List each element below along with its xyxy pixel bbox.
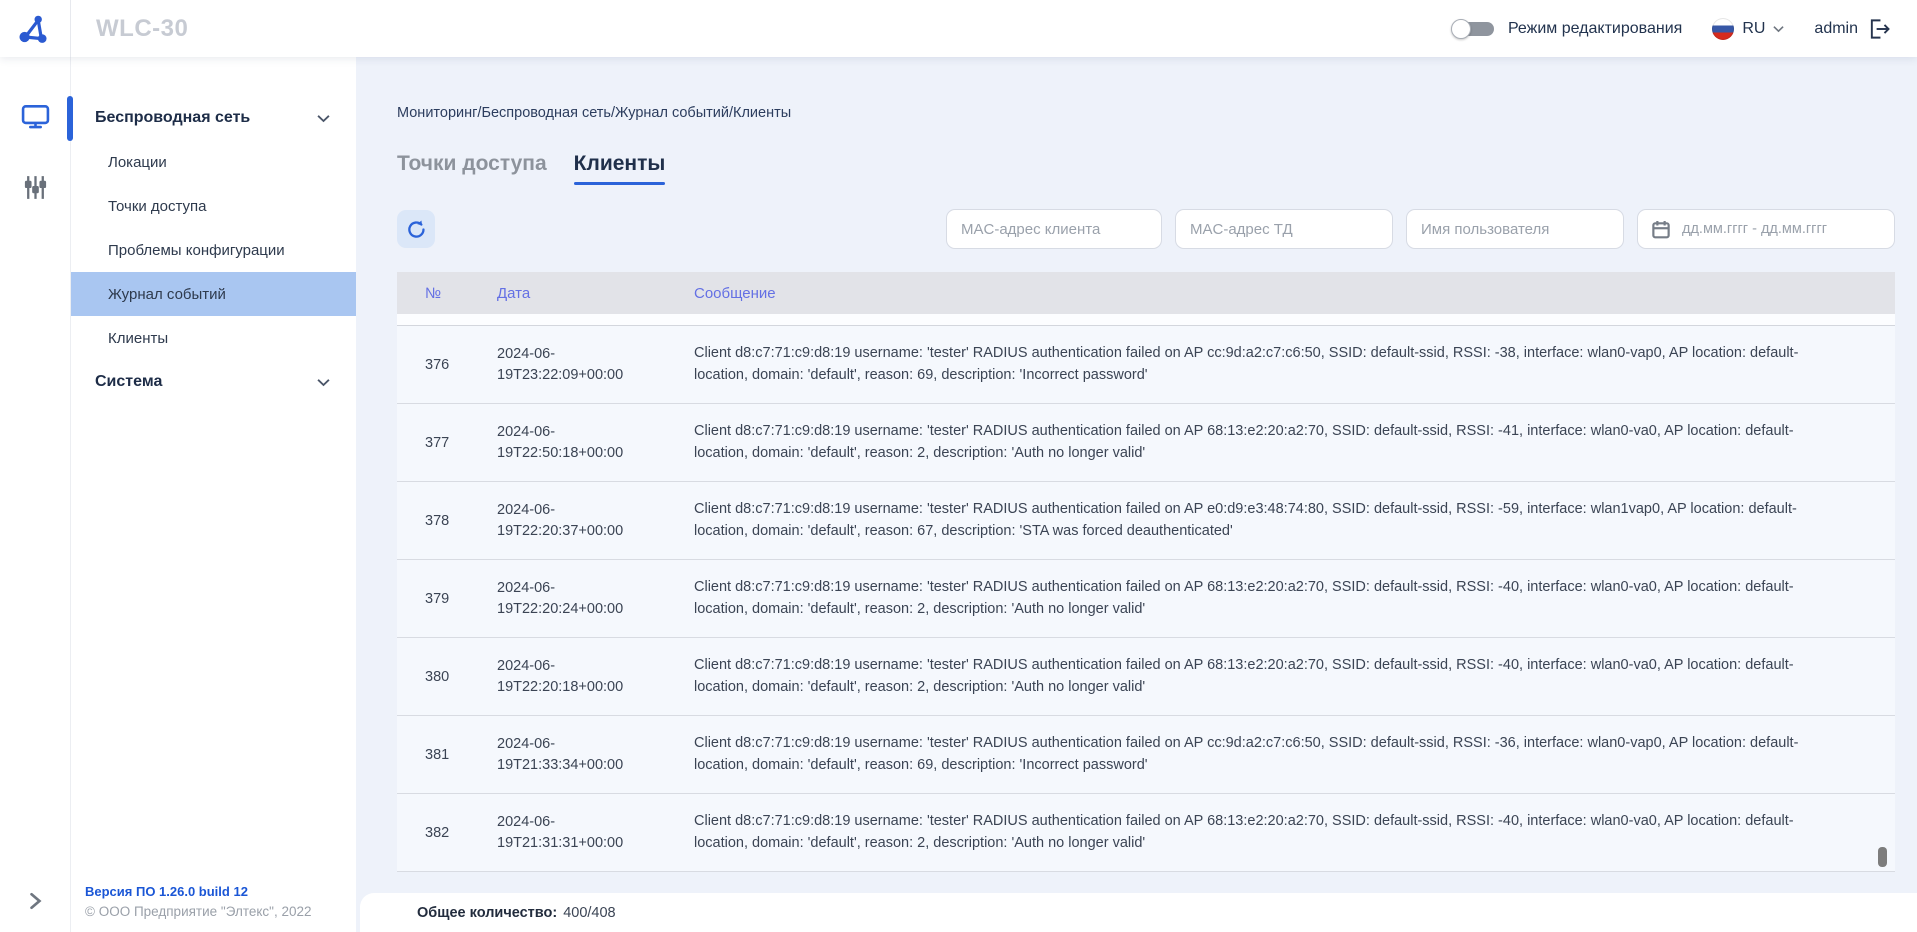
chevron-down-icon (317, 378, 330, 387)
sidebar-group-label: Беспроводная сеть (71, 109, 250, 127)
sidebar-collapse-button[interactable] (0, 892, 71, 910)
sidebar-item-label: Журнал событий (71, 286, 226, 303)
row-date: 2024-06-19T22:20:18+00:00 (497, 656, 655, 697)
sidebar-item-label: Точки доступа (71, 198, 207, 215)
row-date: 2024-06-19T21:31:31+00:00 (497, 812, 655, 853)
sidebar-group-label: Система (71, 373, 162, 391)
client-mac-input[interactable] (946, 209, 1162, 249)
table-row: 378 2024-06-19T22:20:37+00:00 Client d8:… (397, 482, 1895, 560)
column-header-number: № (397, 285, 497, 302)
sidebar-item-label: Проблемы конфигурации (71, 242, 285, 259)
total-count-bar: Общее количество: 400/408 (360, 893, 1917, 932)
app-window: WLC-30 Режим редактирования RU (0, 0, 1917, 932)
table-row: 376 2024-06-19T23:22:09+00:00 Client d8:… (397, 326, 1895, 404)
sidebar-item-config-problems[interactable]: Проблемы конфигурации (71, 228, 356, 272)
topbar-actions: Режим редактирования RU admin (1451, 17, 1917, 41)
row-num: 382 (397, 825, 497, 841)
partial-row (397, 314, 1895, 326)
filter-inputs (946, 209, 1895, 249)
sidebar-item-clients[interactable]: Клиенты (71, 316, 356, 360)
refresh-button[interactable] (397, 210, 435, 248)
tab-bar: Точки доступа Клиенты (397, 152, 1895, 185)
language-selector[interactable]: RU (1712, 18, 1784, 40)
russian-flag-icon (1712, 18, 1734, 40)
edit-mode-toggle[interactable] (1451, 17, 1497, 41)
ap-mac-input[interactable] (1175, 209, 1393, 249)
sidebar-item-event-log[interactable]: Журнал событий (71, 272, 356, 316)
row-message: Client d8:c7:71:c9:d8:19 username: 'test… (694, 733, 1895, 775)
chevron-down-icon (317, 114, 330, 123)
main-content: Мониторинг/Беспроводная сеть/Журнал собы… (356, 57, 1917, 932)
sidebar-group-wireless[interactable]: Беспроводная сеть (71, 96, 356, 140)
tab-clients[interactable]: Клиенты (574, 152, 666, 185)
username-label: admin (1814, 20, 1858, 38)
event-log-table: № Дата Сообщение 376 2024-06-19T23:22:09… (397, 272, 1895, 872)
vertical-scrollbar-thumb[interactable] (1878, 847, 1887, 867)
firmware-version-link[interactable]: Версия ПО 1.26.0 build 12 (85, 884, 312, 899)
row-num: 380 (397, 669, 497, 685)
toggle-knob (1451, 19, 1471, 39)
copyright-text: © ООО Предприятие "Элтекс", 2022 (85, 904, 312, 919)
tab-access-points[interactable]: Точки доступа (397, 152, 547, 185)
column-header-date: Дата (497, 285, 694, 302)
total-count-label: Общее количество: (417, 905, 557, 921)
row-message: Client d8:c7:71:c9:d8:19 username: 'test… (694, 655, 1895, 697)
row-message: Client d8:c7:71:c9:d8:19 username: 'test… (694, 577, 1895, 619)
sidebar-item-label: Локации (71, 154, 167, 171)
calendar-icon (1651, 219, 1671, 240)
table-row: 377 2024-06-19T22:50:18+00:00 Client d8:… (397, 404, 1895, 482)
sidebar-item-label: Клиенты (71, 330, 168, 347)
row-date: 2024-06-19T22:20:37+00:00 (497, 500, 655, 541)
monitoring-section-icon[interactable] (0, 95, 71, 139)
breadcrumb: Мониторинг/Беспроводная сеть/Журнал собы… (397, 105, 1895, 121)
refresh-icon (406, 219, 427, 240)
date-range-input[interactable] (1682, 221, 1881, 237)
table-header-row: № Дата Сообщение (397, 272, 1895, 314)
table-row: 382 2024-06-19T21:31:31+00:00 Client d8:… (397, 794, 1895, 872)
date-range-field[interactable] (1637, 209, 1895, 249)
row-date: 2024-06-19T22:50:18+00:00 (497, 422, 655, 463)
filter-toolbar (397, 209, 1895, 249)
row-num: 376 (397, 357, 497, 373)
eltex-logo (0, 0, 71, 57)
row-num: 377 (397, 435, 497, 451)
sidebar-item-locations[interactable]: Локации (71, 140, 356, 184)
page-title: WLC-30 (96, 15, 188, 43)
table-row: 381 2024-06-19T21:33:34+00:00 Client d8:… (397, 716, 1895, 794)
row-message: Client d8:c7:71:c9:d8:19 username: 'test… (694, 499, 1895, 541)
row-date: 2024-06-19T21:33:34+00:00 (497, 734, 655, 775)
settings-section-icon[interactable] (0, 165, 71, 209)
row-num: 378 (397, 513, 497, 529)
eltex-logo-icon (19, 13, 51, 45)
logout-icon[interactable] (1868, 18, 1891, 40)
column-header-message: Сообщение (694, 285, 1895, 302)
body-layout: Беспроводная сеть Локации Точки доступа … (0, 57, 1917, 932)
active-section-indicator (67, 96, 73, 141)
sidebar-footer: Версия ПО 1.26.0 build 12 © ООО Предприя… (85, 884, 312, 919)
user-menu: admin (1814, 18, 1891, 40)
edit-mode-control: Режим редактирования (1451, 17, 1682, 41)
row-date: 2024-06-19T23:22:09+00:00 (497, 344, 655, 385)
table-row: 379 2024-06-19T22:20:24+00:00 Client d8:… (397, 560, 1895, 638)
total-count-value: 400/408 (563, 905, 615, 921)
sidebar-group-system[interactable]: Система (71, 360, 356, 404)
row-message: Client d8:c7:71:c9:d8:19 username: 'test… (694, 343, 1895, 385)
username-input[interactable] (1406, 209, 1624, 249)
chevron-down-icon (1773, 25, 1784, 33)
language-code: RU (1742, 20, 1765, 38)
row-message: Client d8:c7:71:c9:d8:19 username: 'test… (694, 811, 1895, 853)
top-bar: WLC-30 Режим редактирования RU (0, 0, 1917, 57)
table-row: 380 2024-06-19T22:20:18+00:00 Client d8:… (397, 638, 1895, 716)
sidebar-item-access-points[interactable]: Точки доступа (71, 184, 356, 228)
sidebar-nav: Беспроводная сеть Локации Точки доступа … (71, 57, 356, 932)
event-table-body: 376 2024-06-19T23:22:09+00:00 Client d8:… (397, 326, 1895, 872)
row-num: 379 (397, 591, 497, 607)
edit-mode-label: Режим редактирования (1508, 20, 1682, 38)
row-message: Client d8:c7:71:c9:d8:19 username: 'test… (694, 421, 1895, 463)
icon-rail (0, 57, 71, 932)
row-date: 2024-06-19T22:20:24+00:00 (497, 578, 655, 619)
row-num: 381 (397, 747, 497, 763)
